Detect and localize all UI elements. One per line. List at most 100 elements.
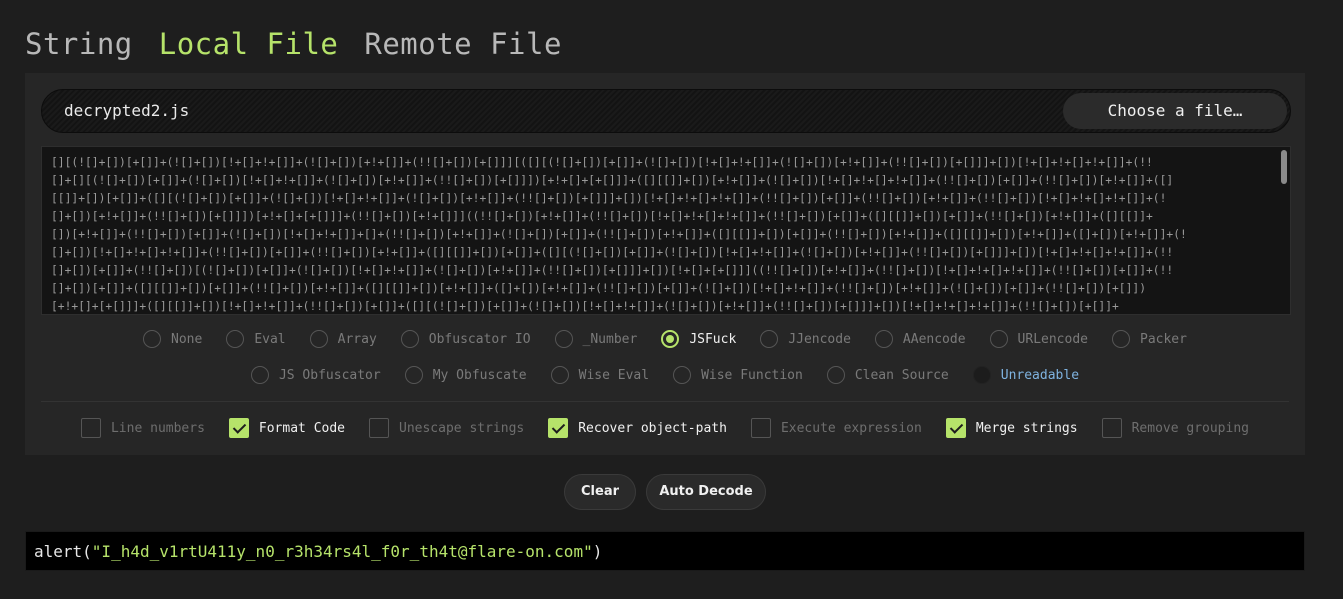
output-string: "I_h4d_v1rtU411y_n0_r3h34rs4l_f0r_th4t@f… <box>91 542 593 561</box>
radio-label: Array <box>337 331 377 347</box>
decoder-radio-jjencode[interactable]: JJencode <box>760 328 851 350</box>
radio-label: Unreadable <box>1000 367 1080 383</box>
code-scrollbar[interactable] <box>1281 150 1287 184</box>
checkbox-label: Unescape strings <box>399 420 525 436</box>
radio-circle[interactable] <box>309 330 328 348</box>
tab-string[interactable]: String <box>25 24 133 64</box>
code-line: []+[])[!+[]+!+[]+!+[]]+(!![]+[])[+[]]+(!… <box>51 246 1174 259</box>
radio-label: AAencode <box>902 331 966 347</box>
decoder-radio-packer[interactable]: Packer <box>1112 328 1187 350</box>
checkbox[interactable] <box>80 418 101 438</box>
code-line: []+[])[+[]]+([][[]]+[])[+[]]+(!![]+[])[+… <box>51 282 1147 295</box>
radio-label: Wise Eval <box>578 367 650 383</box>
radio-circle[interactable] <box>226 330 245 348</box>
radio-circle[interactable] <box>673 366 692 384</box>
radio-circle[interactable] <box>550 366 569 384</box>
decoder-radio-urlencode[interactable]: URLencode <box>989 328 1088 350</box>
radio-label: URLencode <box>1017 331 1088 347</box>
checkbox-label: Recover object-path <box>578 420 727 436</box>
radio-circle[interactable] <box>661 330 680 348</box>
checkbox[interactable] <box>945 418 966 438</box>
code-line: [][(![]+[])[+[]]+(![]+[])[!+[]+!+[]]+(![… <box>51 156 1153 169</box>
radio-circle[interactable] <box>250 366 269 384</box>
radio-label: Clean Source <box>854 367 949 383</box>
output-code: alert("I_h4d_v1rtU411y_n0_r3h34rs4l_f0r_… <box>34 542 602 561</box>
code-line: []+[])[+[]]+(!![]+[])[(![]+[])[+[]]+(![]… <box>51 264 1174 277</box>
choose-file-button[interactable]: Choose a file… <box>1063 93 1287 129</box>
source-tabs: String Local File Remote File <box>25 24 562 64</box>
radio-label: JS Obfuscator <box>278 367 381 383</box>
code-line: [[]]+[])[+[]]+([][(![]+[])[+[]]+(![]+[])… <box>51 192 1167 205</box>
decoder-radio-array[interactable]: Array <box>309 328 377 350</box>
divider <box>41 401 1289 402</box>
radio-label: Eval <box>254 331 286 347</box>
auto-decode-button[interactable]: Auto Decode <box>646 474 766 510</box>
decoder-radio-unreadable[interactable]: Unreadable <box>972 364 1080 386</box>
decoder-radio-aaencode[interactable]: AAencode <box>874 328 966 350</box>
radio-label: Wise Function <box>701 367 803 383</box>
decoder-radio-eval[interactable]: Eval <box>226 328 286 350</box>
radio-circle[interactable] <box>1112 330 1130 348</box>
decoder-radio-obfuscator-io[interactable]: Obfuscator IO <box>400 328 531 350</box>
radio-circle[interactable] <box>972 366 991 384</box>
radio-circle[interactable] <box>760 330 779 348</box>
checkbox[interactable] <box>228 418 249 438</box>
radio-circle[interactable] <box>554 330 573 348</box>
file-picker[interactable]: decrypted2.js Choose a file… <box>41 89 1291 133</box>
checkbox-label: Merge strings <box>975 420 1078 436</box>
checkbox-label: Format Code <box>258 420 345 436</box>
option-merge-strings[interactable]: Merge strings <box>945 417 1078 439</box>
option-line-numbers[interactable]: Line numbers <box>80 417 205 439</box>
output-panel[interactable]: alert("I_h4d_v1rtU411y_n0_r3h34rs4l_f0r_… <box>25 531 1305 571</box>
decoder-radio-clean-source[interactable]: Clean Source <box>826 364 949 386</box>
radio-circle[interactable] <box>989 330 1008 348</box>
format-options: Line numbers Format Code Unescape strings R… <box>25 417 1305 439</box>
decoder-radio-js-obfuscator[interactable]: JS Obfuscator <box>250 364 381 386</box>
tab-local-file[interactable]: Local File <box>159 24 339 64</box>
checkbox-label: Execute expression <box>780 420 922 436</box>
radio-label: _Number <box>582 331 638 347</box>
radio-label: My Obfuscate <box>432 367 527 383</box>
checkbox[interactable] <box>369 418 389 438</box>
decoder-panel: decrypted2.js Choose a file… [][(![]+[])… <box>25 73 1305 455</box>
source-code-text: [][(![]+[])[+[]]+(![]+[])[!+[]+!+[]]+(![… <box>51 154 1266 314</box>
code-line: [+!+[]+[+[]]]+([][[]]+[])[!+[]+!+[]]+(!!… <box>51 300 1119 313</box>
code-line: []+[])[+!+[]]+(!![]+[])[+[]]])[+!+[]+[+[… <box>51 210 1153 223</box>
radio-label: Packer <box>1140 331 1187 347</box>
decoder-options-row-1: None Eval Array Obfuscator IO _Number JSFuck J… <box>25 328 1305 350</box>
option-format-code[interactable]: Format Code <box>228 417 345 439</box>
decoder-radio-jsfuck[interactable]: JSFuck <box>661 328 736 350</box>
decoder-options-row-2: JS Obfuscator My Obfuscate Wise Eval Wise F… <box>25 364 1305 386</box>
radio-circle[interactable] <box>143 330 162 348</box>
clear-button[interactable]: Clear <box>564 474 636 510</box>
option-unescape-strings[interactable]: Unescape strings <box>369 417 524 439</box>
checkbox-label: Line numbers <box>110 420 205 436</box>
output-prefix: alert( <box>34 542 92 561</box>
decoder-radio-number[interactable]: _Number <box>554 328 638 350</box>
option-remove-grouping[interactable]: Remove grouping <box>1101 417 1249 439</box>
decoder-radio-wise-eval[interactable]: Wise Eval <box>550 364 650 386</box>
radio-label: JSFuck <box>689 331 737 347</box>
decoder-radio-wise-function[interactable]: Wise Function <box>673 364 803 386</box>
checkbox-label: Remove grouping <box>1131 420 1249 436</box>
option-recover-object-path[interactable]: Recover object-path <box>548 417 727 439</box>
radio-label: Obfuscator IO <box>428 331 531 347</box>
decoder-radio-my-obfuscate[interactable]: My Obfuscate <box>404 364 527 386</box>
radio-circle[interactable] <box>404 366 423 384</box>
checkbox[interactable] <box>1101 418 1122 438</box>
selected-file-name: decrypted2.js <box>64 101 190 120</box>
tab-remote-file[interactable]: Remote File <box>364 24 562 64</box>
decoder-radio-none[interactable]: None <box>143 328 202 350</box>
radio-label: None <box>171 331 203 347</box>
source-code-area[interactable]: [][(![]+[])[+[]]+(![]+[])[!+[]+!+[]]+(![… <box>41 146 1291 315</box>
code-line: []+[][(![]+[])[+[]]+(![]+[])[!+[]+!+[]]+… <box>51 174 1174 187</box>
option-execute-expression[interactable]: Execute expression <box>750 417 922 439</box>
radio-circle[interactable] <box>874 330 893 348</box>
radio-circle[interactable] <box>400 330 419 348</box>
code-line: [])[+!+[]]+(!![]+[])[+[]]+(![]+[])[!+[]+… <box>51 228 1187 241</box>
checkbox[interactable] <box>750 418 771 438</box>
checkbox[interactable] <box>548 418 569 438</box>
radio-circle[interactable] <box>826 366 845 384</box>
output-suffix: ) <box>592 542 603 561</box>
radio-label: JJencode <box>788 331 851 347</box>
